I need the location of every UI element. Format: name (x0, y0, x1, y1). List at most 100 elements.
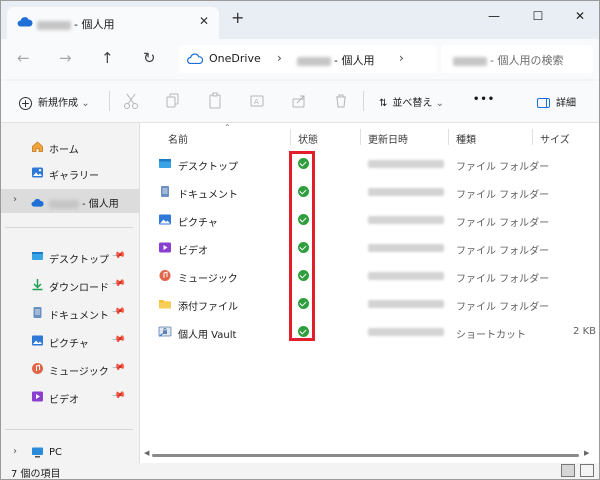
file-row-music[interactable]: ミュージック ファイル フォルダー (140, 264, 599, 288)
file-name: ミュージック (178, 274, 238, 285)
file-row-attachments[interactable]: 添付ファイル ファイル フォルダー (140, 292, 599, 316)
column-divider[interactable] (448, 129, 449, 145)
back-button[interactable]: ← (17, 49, 30, 67)
rename-icon[interactable]: A (249, 92, 265, 110)
onedrive-cloud-icon (17, 17, 33, 27)
file-row-personal-vault[interactable]: 個人用 Vault ショートカット 2 KB (140, 320, 599, 344)
pin-icon[interactable]: 📌 (111, 277, 126, 292)
horizontal-scrollbar[interactable] (152, 454, 579, 457)
tab-title: - 個人用 (37, 16, 114, 32)
expand-chevron-icon[interactable]: › (13, 194, 17, 205)
quick-access-music[interactable]: ミュージック 📌 (1, 357, 140, 381)
file-row-pictures[interactable]: ピクチャ ファイル フォルダー (140, 208, 599, 232)
document-icon (33, 307, 42, 318)
file-size: 2 KB (573, 326, 596, 337)
maximize-button[interactable]: ☐ (523, 6, 553, 26)
sidebar-item-label: ドキュメント (49, 311, 109, 322)
videos-folder-icon (159, 242, 171, 253)
file-type: ファイル フォルダー (456, 302, 550, 313)
forward-button[interactable]: → (59, 49, 72, 67)
tab-onedrive-personal[interactable]: - 個人用 ✕ (7, 7, 219, 39)
quick-access-desktop[interactable]: デスクトップ 📌 (1, 245, 140, 269)
column-divider[interactable] (532, 129, 533, 145)
file-name: ビデオ (178, 246, 208, 257)
pin-icon[interactable]: 📌 (111, 333, 126, 348)
quick-access-downloads[interactable]: ダウンロード 📌 (1, 273, 140, 297)
file-type: ファイル フォルダー (456, 218, 550, 229)
pictures-folder-icon (159, 214, 171, 225)
close-window-button[interactable]: ✕ (565, 6, 595, 26)
share-icon[interactable] (291, 92, 307, 110)
status-column-highlight-box (289, 151, 315, 341)
toolbar-divider (109, 91, 110, 111)
column-divider[interactable] (290, 129, 291, 145)
scroll-left-arrow-icon[interactable]: ◀ (144, 449, 149, 457)
download-icon (32, 279, 43, 291)
sort-icon: ⇅ (379, 98, 388, 109)
new-button[interactable]: + 新規作成 ⌄ (19, 94, 90, 110)
sidebar-item-gallery[interactable]: ギャラリー (1, 161, 140, 185)
pin-icon[interactable]: 📌 (111, 249, 126, 264)
column-header-type[interactable]: 種類 (456, 131, 476, 146)
file-name: 添付ファイル (178, 302, 238, 313)
minimize-button[interactable]: — (479, 6, 509, 26)
redacted-modified-date (368, 244, 444, 252)
onedrive-cloud-icon (187, 53, 203, 64)
column-header-name[interactable]: 名前 (168, 131, 188, 146)
details-pane-icon (537, 98, 550, 108)
sidebar-item-home[interactable]: ホーム (1, 135, 140, 159)
column-header-modified[interactable]: 更新日時 (368, 131, 408, 146)
toolbar-divider (363, 91, 364, 111)
quick-access-pictures[interactable]: ピクチャ 📌 (1, 329, 140, 353)
close-tab-icon[interactable]: ✕ (199, 14, 209, 28)
breadcrumb-onedrive[interactable]: OneDrive (209, 52, 261, 65)
file-row-desktop[interactable]: デスクトップ ファイル フォルダー (140, 152, 599, 176)
paste-icon[interactable] (207, 92, 223, 110)
scroll-right-arrow-icon[interactable]: ▶ (584, 449, 589, 457)
command-bar: + 新規作成 ⌄ A ⇅ 並べ替え ⌄ ••• 詳細 (1, 81, 599, 123)
pictures-icon (32, 335, 43, 346)
column-divider[interactable] (360, 129, 361, 145)
large-icons-view-button[interactable] (580, 464, 594, 477)
address-bar[interactable]: OneDrive › - 個人用 › (179, 45, 437, 73)
new-tab-button[interactable]: + (231, 10, 244, 26)
desktop-folder-icon (159, 159, 171, 168)
column-header-size[interactable]: サイズ (540, 131, 570, 146)
breadcrumb-personal[interactable]: - 個人用 (297, 52, 374, 68)
sort-button[interactable]: ⇅ 並べ替え ⌄ (379, 94, 444, 109)
copy-icon[interactable] (165, 92, 181, 110)
sidebar-item-label: ホーム (49, 145, 79, 156)
column-header-status[interactable]: 状態 (298, 131, 318, 146)
redacted-modified-date (368, 328, 444, 336)
file-row-videos[interactable]: ビデオ ファイル フォルダー (140, 236, 599, 260)
pin-icon[interactable]: 📌 (111, 305, 126, 320)
file-type: ファイル フォルダー (456, 274, 550, 285)
details-button[interactable]: 詳細 (537, 94, 576, 109)
quick-access-documents[interactable]: ドキュメント 📌 (1, 301, 140, 325)
search-input[interactable]: - 個人用の検索 (441, 45, 593, 73)
sidebar-item-label: ギャラリー (49, 171, 99, 182)
delete-icon[interactable] (333, 92, 349, 110)
up-button[interactable]: ↑ (101, 49, 114, 67)
file-type: ショートカット (456, 330, 526, 341)
sidebar-item-label: ミュージック (49, 367, 109, 378)
quick-access-videos[interactable]: ビデオ 📌 (1, 385, 140, 409)
redacted-modified-date (368, 272, 444, 280)
sidebar-item-onedrive-personal[interactable]: › - 個人用 (1, 189, 140, 213)
sidebar-item-pc[interactable]: › PC (1, 441, 140, 465)
pin-icon[interactable]: 📌 (111, 361, 126, 376)
file-row-documents[interactable]: ドキュメント ファイル フォルダー (140, 180, 599, 204)
pin-icon[interactable]: 📌 (111, 389, 126, 404)
refresh-button[interactable]: ↻ (143, 49, 156, 67)
breadcrumb-chevron-icon[interactable]: › (399, 51, 404, 65)
folder-icon (159, 300, 171, 309)
file-list-pane: ⌃ 名前 状態 更新日時 種類 サイズ デスクトップ ファイル フォルダー ドキ… (140, 123, 599, 463)
videos-icon (32, 391, 43, 402)
cut-icon[interactable] (123, 92, 139, 110)
expand-chevron-icon[interactable]: › (13, 446, 17, 457)
file-type: ファイル フォルダー (456, 190, 550, 201)
sidebar-divider (5, 429, 133, 430)
more-options-button[interactable]: ••• (473, 94, 495, 105)
details-view-button[interactable] (561, 464, 575, 477)
chevron-down-icon: ⌄ (81, 98, 90, 109)
